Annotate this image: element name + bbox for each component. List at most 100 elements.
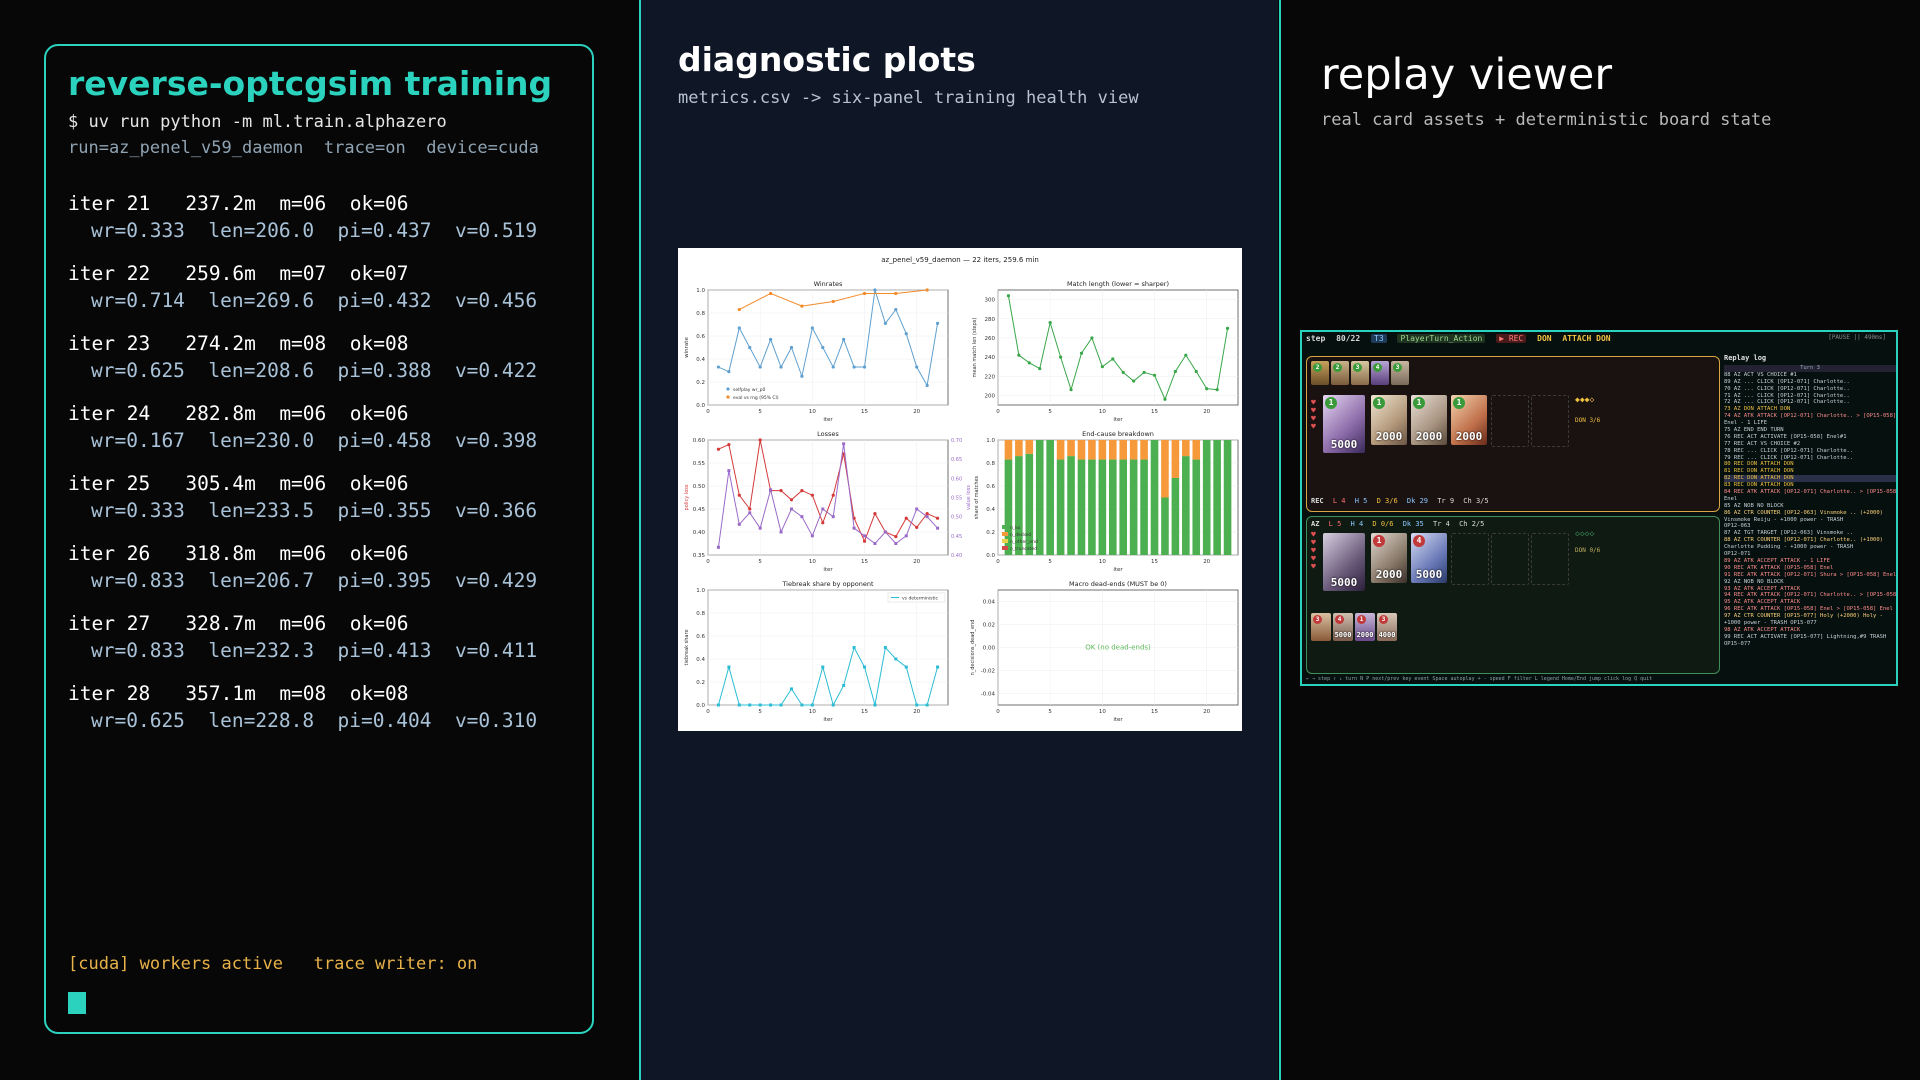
data-point — [873, 512, 877, 516]
log-entry[interactable]: 86 AZ CTR COUNTER [OP12-063] Vinsmoke ..… — [1724, 510, 1896, 517]
log-entry[interactable]: 93 AZ ATK ACCEPT ATTACK — [1724, 586, 1896, 593]
log-entry[interactable]: 88 AZ ACT VS CHOICE #1 — [1724, 372, 1896, 379]
log-entry[interactable]: 73 AZ DON ATTACH DON — [1724, 406, 1896, 413]
player-leader-card[interactable]: 5000 — [1323, 533, 1365, 591]
log-entry[interactable]: 81 REC DON ATTACH DON — [1724, 468, 1896, 475]
y2-tick-label: 0.40 — [951, 553, 962, 559]
log-entry[interactable]: +1000 power - TRASH OP15-077 — [1724, 620, 1896, 627]
log-entry[interactable]: Charlotte Pudding - +1000 power - TRASH — [1724, 544, 1896, 551]
bar-segment — [1067, 440, 1075, 457]
x-tick-label: 10 — [809, 409, 816, 415]
character-card[interactable]: 4 5000 — [1411, 533, 1447, 583]
x-tick-label: 10 — [1099, 559, 1106, 565]
y-tick-label: 200 — [985, 393, 996, 399]
log-entry[interactable]: 99 REC ACT ACTIVATE [OP15-077] Lightning… — [1724, 634, 1896, 641]
data-point — [915, 525, 919, 529]
character-card[interactable]: 1 2000 — [1451, 395, 1487, 445]
log-entry[interactable]: Enel — [1724, 496, 1896, 503]
hand-card[interactable]: 3 4000 — [1377, 613, 1397, 641]
log-entry[interactable]: 85 AZ NOB NO BLOCK — [1724, 503, 1896, 510]
hand-card[interactable]: 3 — [1391, 361, 1409, 385]
log-entry[interactable]: OP12-071 — [1724, 551, 1896, 558]
hand-card[interactable]: 1 2000 — [1355, 613, 1375, 641]
log-entry[interactable]: OP15-077 — [1724, 641, 1896, 648]
iteration-metrics: wr=0.625 len=228.8 pi=0.404 v=0.310 — [91, 709, 538, 732]
log-entry[interactable]: 74 AZ ATK ATTACK [OP12-071] Charlotte.. … — [1724, 413, 1896, 420]
replay-window[interactable]: step 80/22 T3 PlayerTurn_Action ▶ REC DO… — [1300, 330, 1898, 686]
y-tick-label: 0.4 — [696, 657, 705, 663]
log-entry[interactable]: 78 REC ... CLICK [OP12-071] Charlotte.. — [1724, 448, 1896, 455]
log-lines[interactable]: 88 AZ ACT VS CHOICE #1 89 AZ ... CLICK [O… — [1724, 372, 1896, 648]
character-power: 2000 — [1415, 430, 1443, 443]
log-entry[interactable]: 97 AZ CTR COUNTER [OP15-077] Holy (+2000… — [1724, 613, 1896, 620]
hand-card[interactable]: 3 — [1351, 361, 1369, 385]
log-entry[interactable]: 88 AZ CTR COUNTER [OP12-071] Charlotte..… — [1724, 537, 1896, 544]
y-tick-label: 0.35 — [693, 553, 706, 559]
replay-log[interactable]: Replay log Turn 3 88 AZ ACT VS CHOICE #1… — [1724, 354, 1896, 676]
log-entry[interactable]: 72 AZ ... CLICK [OP12-071] Charlotte.. — [1724, 399, 1896, 406]
step-counter: 80/22 — [1336, 334, 1361, 343]
character-card[interactable]: 1 2000 — [1371, 533, 1407, 583]
iteration-block: iter 22 259.6m m=07 ok=07 wr=0.714 len=2… — [68, 262, 578, 312]
y-tick-label: 260 — [985, 336, 996, 342]
hand-card[interactable]: 4 5000 — [1333, 613, 1353, 641]
pause-indicator[interactable]: [PAUSE || 490ms] — [1828, 334, 1886, 341]
hand-card[interactable]: 4 — [1371, 361, 1389, 385]
log-entry[interactable]: 87 AZ TGT TARGET [OP12-063] Vinsmoke .. — [1724, 530, 1896, 537]
y-tick-label: 0.60 — [693, 438, 706, 444]
log-entry[interactable]: 76 REC ACT ACTIVATE [OP15-058] Enel#1 — [1724, 434, 1896, 441]
data-point — [748, 511, 752, 515]
y-tick-label: 0.2 — [986, 530, 995, 536]
log-entry[interactable]: 79 REC ... CLICK [OP12-071] Charlotte.. — [1724, 455, 1896, 462]
log-entry[interactable]: 82 REC DON ATTACH DON — [1724, 475, 1896, 483]
character-card[interactable]: 1 2000 — [1411, 395, 1447, 445]
x-tick-label: 15 — [861, 559, 868, 565]
data-point — [1173, 369, 1177, 374]
hand-card[interactable]: 2 — [1331, 361, 1349, 385]
hand-card[interactable]: 2 — [1311, 361, 1329, 385]
data-point — [915, 365, 919, 369]
y2-tick-label: 0.45 — [951, 534, 962, 540]
log-entry[interactable]: 98 AZ ATK ACCEPT ATTACK — [1724, 627, 1896, 634]
data-point — [800, 489, 804, 493]
log-entry[interactable]: 94 REC ATK ATTACK [OP12-071] Charlotte..… — [1724, 592, 1896, 599]
x-axis-label: iter — [1113, 567, 1123, 573]
log-entry[interactable]: 89 AZ ATK ACCEPT ATTACK - 1 LIFE — [1724, 558, 1896, 565]
log-entry[interactable]: 71 AZ ... CLICK [OP12-071] Charlotte.. — [1724, 393, 1896, 400]
hand-card[interactable]: 3 — [1311, 613, 1331, 641]
data-point — [810, 326, 814, 330]
bar-segment — [1213, 440, 1221, 555]
log-entry[interactable]: 84 REC ATK ATTACK [OP12-071] Charlotte..… — [1724, 489, 1896, 496]
log-entry[interactable]: 83 REC DON ATTACH DON — [1724, 482, 1896, 489]
iteration-summary: iter 21 237.2m m=06 ok=06 — [68, 192, 409, 215]
data-point — [904, 665, 908, 669]
rec-badge: ▶ REC — [1496, 334, 1527, 343]
log-entry[interactable]: 90 REC ATK ATTACK [OP15-058] Enel — [1724, 565, 1896, 572]
log-entry[interactable]: OP12-063 — [1724, 523, 1896, 530]
data-point — [800, 304, 804, 308]
bar-segment — [1077, 440, 1086, 460]
series-line — [1007, 295, 1229, 401]
figure-title: az_penel_v59_daemon — 22 iters, 259.6 mi… — [881, 256, 1039, 264]
data-point — [800, 374, 804, 378]
y-tick-label: 1.0 — [986, 438, 995, 444]
log-entry[interactable]: Enel - 1 LIFE — [1724, 420, 1896, 427]
log-entry[interactable]: 75 AZ END END TURN — [1724, 427, 1896, 434]
y-tick-label: 0.0 — [696, 403, 705, 409]
y-tick-label: 0.8 — [696, 311, 705, 317]
log-entry[interactable]: 95 AZ ATK ACCEPT ATTACK — [1724, 599, 1896, 606]
log-entry[interactable]: 89 AZ ... CLICK [OP12-071] Charlotte.. — [1724, 379, 1896, 386]
data-point — [769, 337, 773, 342]
log-entry[interactable]: 96 REC ATK ATTACK [OP15-058] Enel > [OP1… — [1724, 606, 1896, 613]
y-tick-label: 1.0 — [696, 588, 705, 594]
opponent-leader-card[interactable]: 1 5000 — [1323, 395, 1365, 453]
log-entry[interactable]: 77 REC ACT VS CHOICE #2 — [1724, 441, 1896, 448]
character-card[interactable]: 1 2000 — [1371, 395, 1407, 445]
log-entry[interactable]: Vinsmoke Reiju - +1000 power - TRASH — [1724, 517, 1896, 524]
log-entry[interactable]: 70 AZ ... CLICK [OP12-071] Charlotte.. — [1724, 386, 1896, 393]
log-entry[interactable]: 92 AZ NOB NO BLOCK — [1724, 579, 1896, 586]
data-point — [769, 703, 773, 707]
bar-segment — [1098, 440, 1107, 460]
log-entry[interactable]: 80 REC DON ATTACH DON — [1724, 461, 1896, 468]
log-entry[interactable]: 91 REC ATK ATTACK [OP12-071] Shura > [OP… — [1724, 572, 1896, 579]
